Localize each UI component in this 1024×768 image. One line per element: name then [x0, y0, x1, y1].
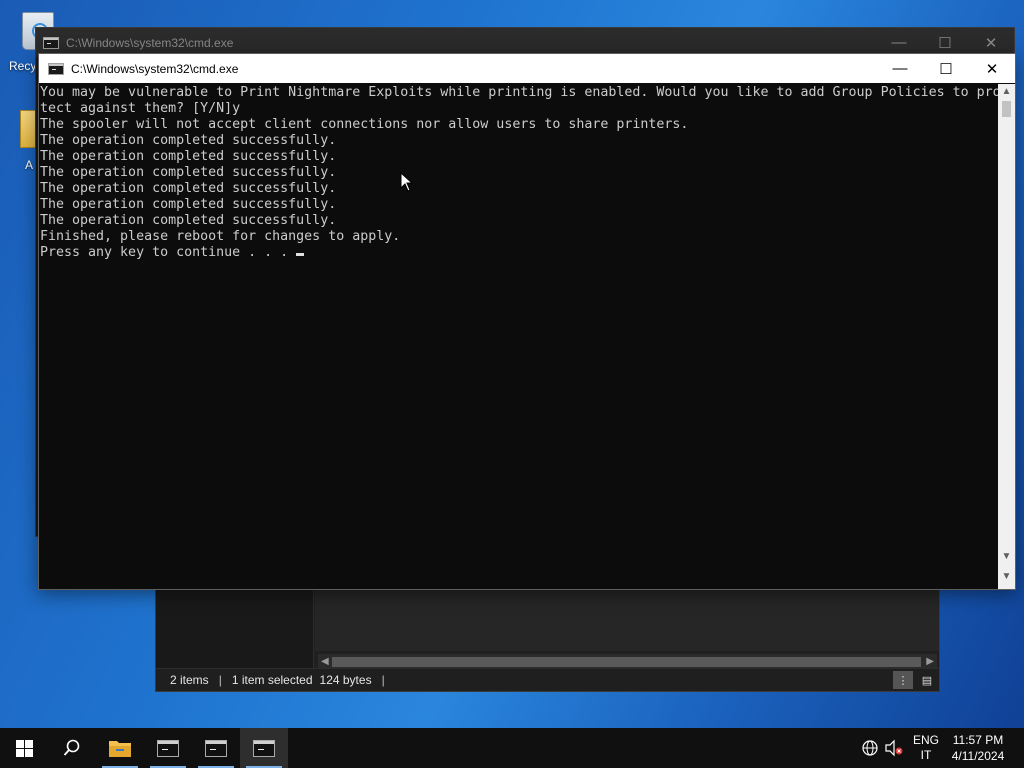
language-indicator[interactable]: ENG IT	[906, 733, 946, 763]
status-selection: 1 item selected	[231, 673, 313, 687]
scroll-left-icon[interactable]: ◀	[321, 654, 329, 669]
recycle-bin-label: Recy	[9, 59, 37, 73]
status-separator: |	[381, 673, 385, 687]
explorer-status-bar: 2 items | 1 item selected 124 bytes | ⋮ …	[156, 668, 939, 691]
console-line: Finished, please reboot for changes to a…	[40, 229, 401, 244]
start-button[interactable]	[0, 728, 48, 768]
console-line: Press any key to continue . . .	[40, 245, 1000, 261]
file-explorer-icon	[109, 741, 131, 757]
background-cmd-title: C:\Windows\system32\cmd.exe	[66, 35, 234, 50]
status-size: 124 bytes	[319, 673, 372, 687]
scroll-down-icon[interactable]: ▼	[998, 551, 1015, 562]
close-button[interactable]: ✕	[969, 54, 1015, 83]
keyboard-layout: IT	[920, 748, 932, 762]
system-tray: ENG IT 11:57 PM 4/11/2024	[858, 728, 1024, 768]
console-line: The operation completed successfully.	[40, 133, 337, 148]
network-icon[interactable]	[858, 739, 882, 757]
cmd-icon	[205, 739, 227, 757]
console-lower-area	[39, 564, 1000, 589]
volume-muted-icon[interactable]	[882, 739, 906, 757]
minimize-button[interactable]: —	[877, 54, 923, 83]
scroll-right-icon[interactable]: ▶	[926, 654, 934, 669]
windows-start-icon	[15, 739, 33, 757]
console-output[interactable]: You may be vulnerable to Print Nightmare…	[39, 84, 1000, 564]
console-line: tect against them? [Y/N]y	[40, 101, 241, 116]
console-line: The operation completed successfully.	[40, 181, 337, 196]
scroll-up-icon[interactable]: ▲	[998, 86, 1015, 97]
status-item-count: 2 items	[170, 673, 209, 687]
clock-time: 11:57 PM	[952, 733, 1004, 747]
clock-date: 4/11/2024	[951, 749, 1005, 763]
scrollbar-thumb[interactable]	[1002, 101, 1011, 117]
scrollbar-thumb[interactable]	[332, 657, 921, 667]
console-line: The operation completed successfully.	[40, 149, 337, 164]
taskbar-file-explorer[interactable]	[96, 728, 144, 768]
search-button[interactable]	[48, 728, 96, 768]
horizontal-scrollbar[interactable]: ◀ ▶	[318, 654, 937, 669]
console-line: The operation completed successfully.	[40, 213, 337, 228]
cmd-icon	[253, 739, 275, 757]
cmd-icon	[157, 739, 179, 757]
console-line: You may be vulnerable to Print Nightmare…	[40, 85, 1000, 100]
clock[interactable]: 11:57 PM 4/11/2024	[946, 732, 1010, 764]
foreground-cmd-titlebar[interactable]: C:\Windows\system32\cmd.exe — ☐ ✕	[39, 54, 1015, 83]
console-line: The spooler will not accept client conne…	[40, 117, 689, 132]
scroll-down-icon[interactable]: ▼	[998, 564, 1015, 589]
language-code: ENG	[912, 733, 939, 747]
large-icons-view-icon[interactable]: ▤	[917, 671, 937, 689]
text-cursor	[296, 253, 305, 256]
cmd-window-icon	[43, 36, 59, 49]
console-line: The operation completed successfully.	[40, 197, 337, 212]
cmd-window-icon	[48, 62, 64, 75]
mouse-pointer-icon	[400, 172, 414, 192]
foreground-cmd-window[interactable]: C:\Windows\system32\cmd.exe — ☐ ✕ You ma…	[38, 53, 1016, 590]
taskbar-cmd-1[interactable]	[144, 728, 192, 768]
vertical-scrollbar[interactable]: ▲ ▼	[998, 84, 1015, 564]
taskbar-cmd-2[interactable]	[192, 728, 240, 768]
taskbar-cmd-3[interactable]	[240, 728, 288, 768]
details-view-icon[interactable]: ⋮	[893, 671, 913, 689]
search-icon	[63, 739, 80, 756]
console-line: The operation completed successfully.	[40, 165, 337, 180]
taskbar: ENG IT 11:57 PM 4/11/2024	[0, 728, 1024, 768]
desktop-file-label: A	[25, 158, 34, 172]
maximize-button[interactable]: ☐	[923, 54, 969, 83]
foreground-cmd-title: C:\Windows\system32\cmd.exe	[71, 61, 239, 76]
